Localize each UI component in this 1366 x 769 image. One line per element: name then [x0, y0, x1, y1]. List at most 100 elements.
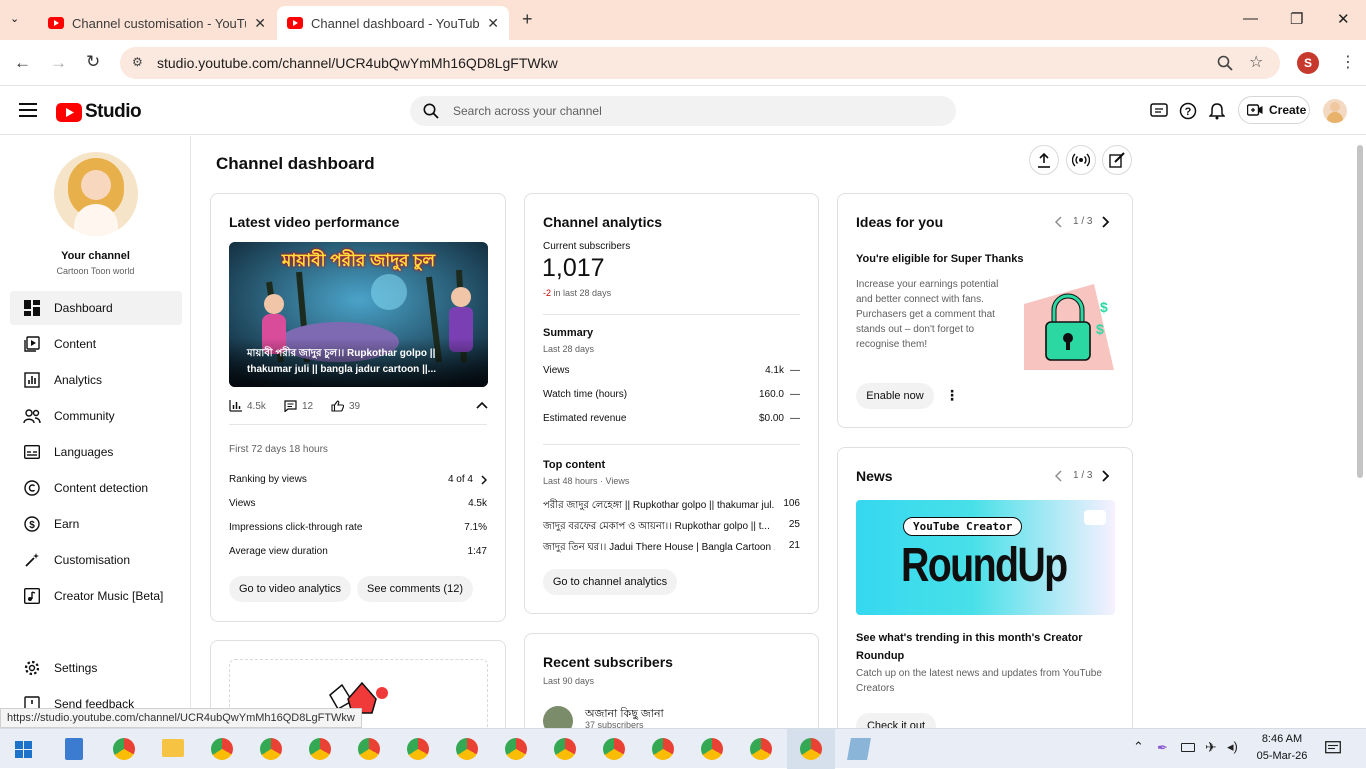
- chrome-app-icon[interactable]: [309, 738, 331, 760]
- video-thumbnail[interactable]: মায়াবী পরীর জাদুর চুল মায়াবী পরীর জাদু…: [229, 242, 488, 387]
- search-icon: [423, 103, 439, 119]
- ranking-row[interactable]: Ranking by views 4 of 4: [229, 474, 487, 485]
- battery-icon[interactable]: [1181, 743, 1195, 752]
- sidebar-item-settings[interactable]: Settings: [10, 651, 182, 685]
- sidebar-item-languages[interactable]: Languages: [10, 435, 182, 469]
- clock-time[interactable]: 8:46 AM: [1252, 733, 1312, 745]
- views-count: 4.5k: [247, 400, 266, 412]
- gear-icon: [24, 660, 40, 676]
- reload-icon[interactable]: ↻: [86, 52, 100, 72]
- chevron-right-icon[interactable]: [1102, 216, 1110, 228]
- top-content-item[interactable]: পরীর জাদুর লেহেঙ্গা || Rupkothar golpo |…: [543, 498, 800, 515]
- sidebar-item-label: Settings: [54, 661, 98, 675]
- sidebar-item-earn[interactable]: $ Earn: [10, 507, 182, 541]
- sidebar-item-label: Earn: [54, 517, 80, 531]
- go-live-button[interactable]: [1066, 145, 1096, 175]
- top-content-item[interactable]: জাদুর তিন ঘর।। Jadui There House | Bangl…: [543, 540, 800, 557]
- chrome-app-icon[interactable]: [554, 738, 576, 760]
- card-title: Channel analytics: [543, 214, 663, 230]
- subscribers-label: Current subscribers: [543, 241, 631, 252]
- chrome-app-icon[interactable]: [505, 738, 527, 760]
- summary-label: Watch time (hours): [543, 389, 628, 400]
- back-icon[interactable]: ←: [14, 53, 31, 73]
- chevron-up-icon[interactable]: [476, 401, 488, 409]
- card-title: Recent subscribers: [543, 654, 673, 670]
- profile-avatar[interactable]: S: [1297, 52, 1319, 74]
- file-explorer-icon[interactable]: [162, 739, 184, 757]
- search-input[interactable]: Search across your channel: [453, 104, 602, 118]
- sidebar-item-customisation[interactable]: Customisation: [10, 543, 182, 577]
- sidebar-item-community[interactable]: Community: [10, 399, 182, 433]
- chevron-left-icon[interactable]: [1054, 216, 1062, 228]
- sidebar-item-content[interactable]: Content: [10, 327, 182, 361]
- more-options-icon[interactable]: ⋮: [945, 387, 959, 404]
- clock-date[interactable]: 05-Mar-26: [1252, 750, 1312, 762]
- close-tab-icon[interactable]: ✕: [254, 15, 266, 32]
- channel-avatar[interactable]: [54, 152, 138, 236]
- sidebar-item-creator-music[interactable]: Creator Music [Beta]: [10, 579, 182, 613]
- top-content-item[interactable]: জাদুর বরফের মেকাপ ও আয়না।। Rupkothar go…: [543, 519, 800, 536]
- chrome-app-icon[interactable]: [358, 738, 380, 760]
- chrome-app-icon[interactable]: [701, 738, 723, 760]
- forward-icon[interactable]: →: [50, 53, 67, 73]
- account-avatar[interactable]: [1323, 99, 1347, 123]
- tray-chevron-up-icon[interactable]: ⌃: [1133, 739, 1144, 755]
- tab-channel-customisation[interactable]: Channel customisation - YouTu ✕: [38, 6, 276, 40]
- site-info-icon[interactable]: ⚙: [132, 55, 143, 69]
- ctr-label: Impressions click-through rate: [229, 522, 363, 533]
- help-icon[interactable]: ?: [1179, 102, 1197, 120]
- upload-button[interactable]: [1029, 145, 1059, 175]
- calculator-app-icon[interactable]: [65, 738, 83, 760]
- sidebar-item-dashboard[interactable]: Dashboard: [10, 291, 182, 325]
- restore-icon[interactable]: ❐: [1290, 10, 1303, 28]
- create-post-button[interactable]: [1102, 145, 1132, 175]
- notepad-app-icon[interactable]: [847, 738, 871, 760]
- thumbnail-caption: thakumar juli || bangla jadur cartoon ||…: [247, 364, 436, 375]
- chrome-app-icon[interactable]: [750, 738, 772, 760]
- sidebar-item-analytics[interactable]: Analytics: [10, 363, 182, 397]
- browser-menu-icon[interactable]: ⋮: [1340, 52, 1356, 72]
- address-bar[interactable]: ⚙ studio.youtube.com/channel/UCR4ubQwYmM…: [120, 47, 1280, 79]
- video-comments-stat: 12: [284, 400, 313, 412]
- hamburger-menu-icon[interactable]: [19, 103, 37, 117]
- zoom-icon[interactable]: [1217, 55, 1233, 71]
- window-close-icon[interactable]: ✕: [1337, 10, 1350, 28]
- period-label: First 72 days 18 hours: [229, 444, 328, 455]
- go-to-channel-analytics-button[interactable]: Go to channel analytics: [543, 569, 677, 595]
- search-box[interactable]: Search across your channel: [410, 96, 956, 126]
- enable-now-button[interactable]: Enable now: [856, 383, 934, 409]
- close-tab-icon[interactable]: ✕: [487, 15, 499, 32]
- chrome-app-icon[interactable]: [652, 738, 674, 760]
- go-to-video-analytics-button[interactable]: Go to video analytics: [229, 576, 351, 602]
- airplane-mode-icon[interactable]: ✈: [1205, 739, 1217, 756]
- notification-center-icon[interactable]: [1325, 741, 1341, 756]
- studio-logo[interactable]: Studio: [56, 101, 142, 123]
- volume-icon[interactable]: ◂): [1227, 739, 1238, 755]
- create-button[interactable]: Create: [1238, 96, 1310, 124]
- bar-chart-icon: [229, 400, 242, 412]
- page-scrollbar[interactable]: [1357, 145, 1363, 478]
- chevron-left-icon[interactable]: [1054, 470, 1062, 482]
- chrome-app-icon[interactable]: [113, 738, 135, 760]
- news-image[interactable]: YouTube Creator RoundUp: [856, 500, 1115, 615]
- bookmark-star-icon[interactable]: ☆: [1249, 52, 1263, 72]
- windows-start-icon[interactable]: [15, 741, 32, 758]
- chrome-app-icon[interactable]: [260, 738, 282, 760]
- summary-period: Last 28 days: [543, 344, 595, 354]
- sidebar-item-content-detection[interactable]: Content detection: [10, 471, 182, 505]
- chevron-right-icon[interactable]: [1102, 470, 1110, 482]
- chrome-app-icon[interactable]: [603, 738, 625, 760]
- minimize-icon[interactable]: —: [1243, 10, 1258, 27]
- chrome-app-icon[interactable]: [800, 738, 822, 760]
- pen-icon[interactable]: ✒: [1157, 740, 1168, 756]
- notifications-bell-icon[interactable]: [1209, 102, 1225, 120]
- tab-channel-dashboard[interactable]: Channel dashboard - YouTube S ✕: [277, 6, 509, 40]
- chrome-app-icon[interactable]: [211, 738, 233, 760]
- new-tab-icon[interactable]: +: [522, 9, 533, 30]
- chrome-app-icon[interactable]: [456, 738, 478, 760]
- see-comments-button[interactable]: See comments (12): [357, 576, 473, 602]
- feedback-icon[interactable]: [1150, 103, 1168, 119]
- chrome-app-icon[interactable]: [407, 738, 429, 760]
- tab-search-icon[interactable]: ⌄: [10, 12, 19, 25]
- url-text[interactable]: studio.youtube.com/channel/UCR4ubQwYmMh1…: [157, 55, 558, 71]
